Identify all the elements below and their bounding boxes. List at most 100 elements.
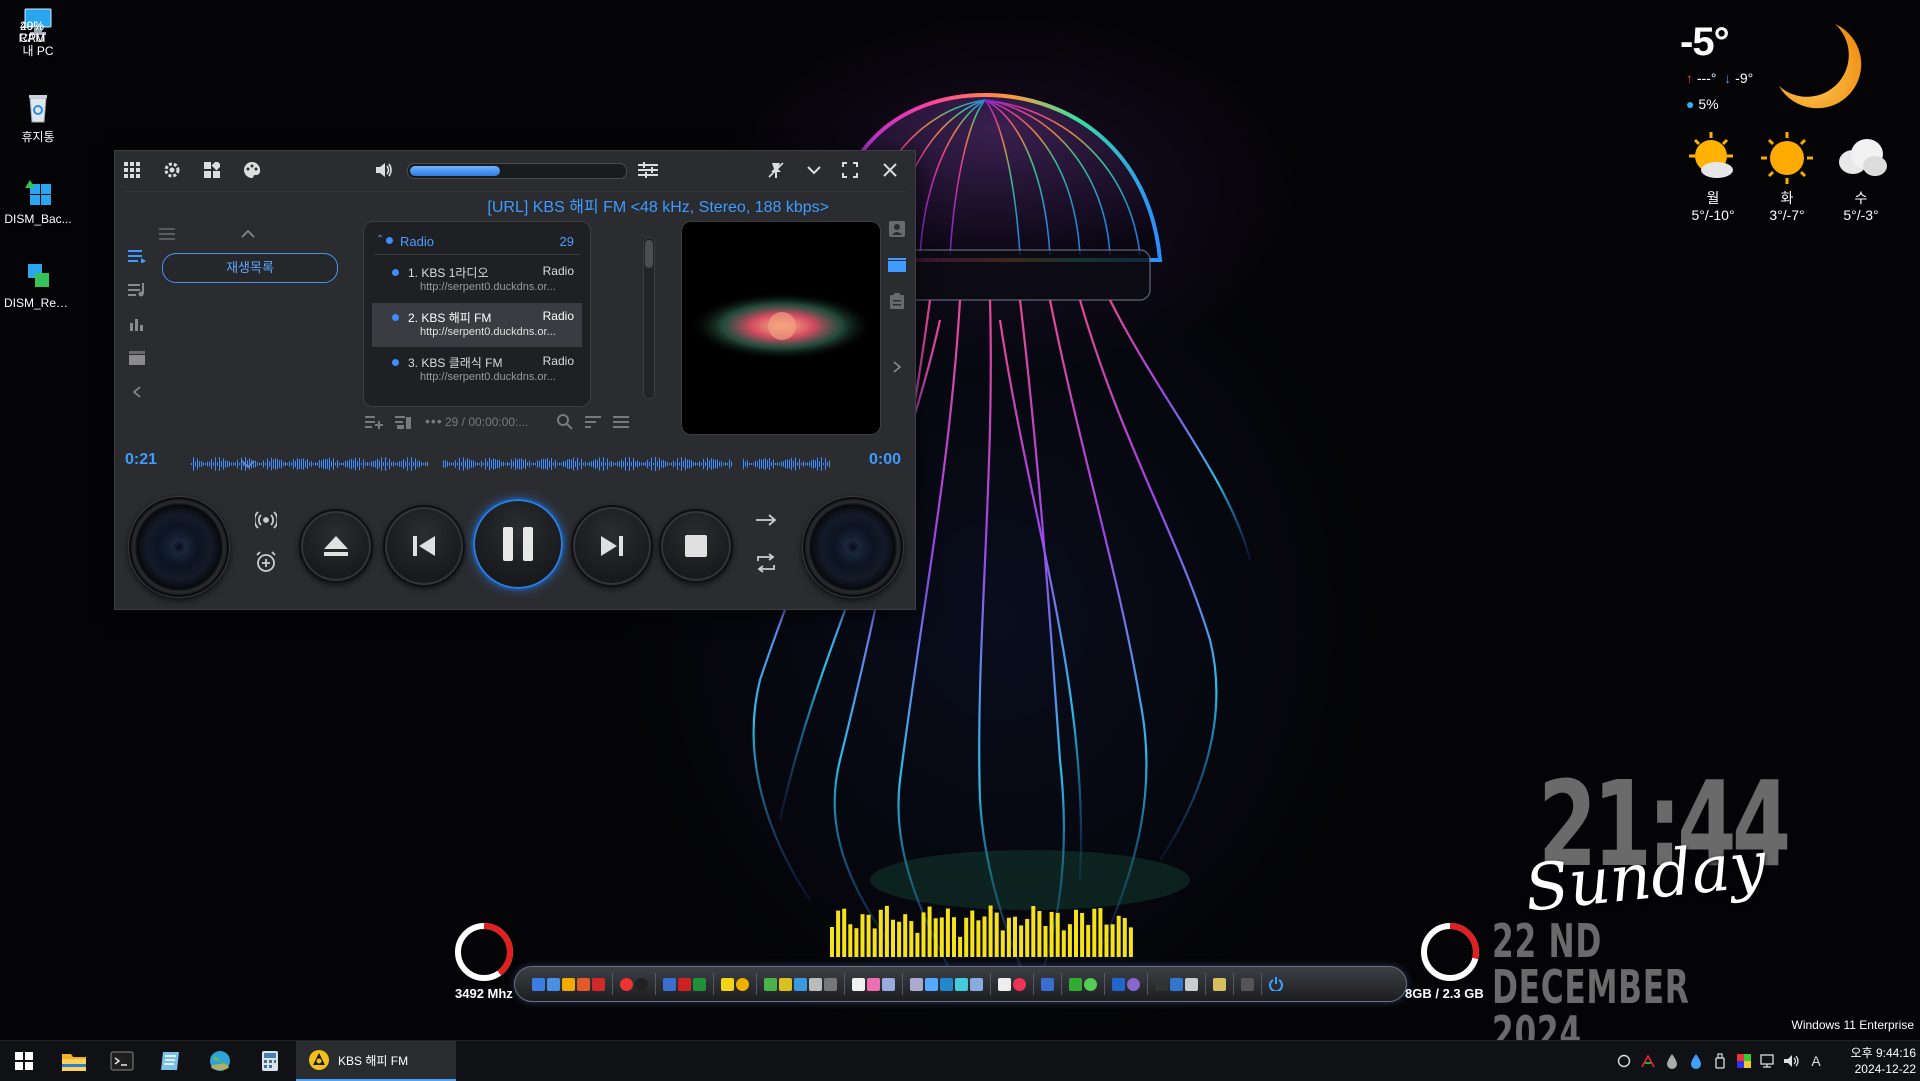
bar-chart-icon[interactable] [125,307,149,341]
hamburger-menu-icon[interactable] [613,415,629,432]
dock-app-icon[interactable] [1084,977,1097,991]
search-icon[interactable] [557,414,573,433]
dock-app-icon[interactable] [736,977,749,991]
playlist-item[interactable]: 3. KBS 클래식 FM Radio http://serpent0.duck… [372,348,582,392]
dock-app-icon[interactable] [562,977,575,991]
palette-icon[interactable] [239,157,265,183]
desktop-icon-recycle-bin[interactable]: 휴지통 [4,92,72,145]
browser-button[interactable] [200,1045,240,1077]
dock-app-icon[interactable] [693,977,706,991]
arrow-right-icon[interactable] [755,513,777,532]
waveform-seekbar[interactable] [191,449,831,479]
close-icon[interactable] [877,157,903,183]
water-drop-blue-icon[interactable] [1687,1052,1705,1070]
color-palette-icon[interactable] [1735,1052,1753,1070]
terminal-button[interactable] [102,1045,142,1077]
playlist-item-selected[interactable]: 2. KBS 해피 FM Radio http://serpent0.duckd… [372,303,582,347]
dock-app-icon[interactable] [532,977,545,991]
dock-app-icon[interactable] [547,977,560,991]
dock-app-icon[interactable] [577,977,590,991]
stop-button[interactable] [659,509,733,583]
water-drop-icon[interactable] [1663,1052,1681,1070]
layout-icon[interactable] [199,157,225,183]
playlist-scrollbar-thumb[interactable] [645,240,653,268]
video-icon[interactable] [885,247,909,283]
calculator-button[interactable] [250,1045,290,1077]
chevron-up-icon[interactable] [241,229,255,239]
video-clapper-icon[interactable] [125,341,149,375]
volume-icon[interactable] [371,157,397,183]
player-title-bar[interactable] [115,151,915,189]
next-track-button[interactable] [571,505,653,587]
playlist-button[interactable]: 재생목록 [162,253,338,283]
dock-app-icon[interactable] [852,977,865,991]
dock-app-icon[interactable] [1041,977,1054,991]
chevron-down-icon[interactable] [801,157,827,183]
dock-app-icon[interactable] [721,977,734,991]
queue-music-icon[interactable] [125,273,149,307]
gamepad-icon[interactable] [1241,977,1254,991]
delete-item-icon[interactable] [395,415,411,432]
tools-icon[interactable] [1185,977,1198,991]
pin-icon[interactable] [763,157,789,183]
dock-app-icon[interactable] [1069,977,1082,991]
playlist-group-header[interactable]: ⌃ Radio 29 [374,232,580,255]
dock-app-icon[interactable] [970,977,983,991]
network-monitor-icon[interactable] [1759,1052,1777,1070]
dock-app-icon[interactable] [635,977,648,991]
dock-app-icon[interactable] [592,977,605,991]
dock-app-icon[interactable] [1213,977,1226,991]
gear-icon[interactable] [159,157,185,183]
chrome-icon[interactable] [620,977,633,991]
dock-app-icon[interactable] [867,977,880,991]
dock-app-icon[interactable] [1155,977,1168,991]
app-menu-grid-icon[interactable] [119,157,145,183]
sort-icon[interactable] [585,415,601,432]
repeat-icon[interactable] [755,553,777,578]
broadcast-icon[interactable] [253,509,279,536]
desktop-icon-dism-restore[interactable]: DISM_Rest... [4,260,72,310]
playlist-item[interactable]: 1. KBS 1라디오 Radio http://serpent0.duckdn… [372,258,582,302]
dock-app-icon[interactable] [882,977,895,991]
notepad-button[interactable] [150,1045,190,1077]
usb-drive-icon[interactable] [1711,1052,1729,1070]
add-to-playlist-icon[interactable] [365,415,383,432]
more-dots-icon[interactable]: ••• [425,413,443,429]
speaker-volume-icon[interactable] [1783,1052,1801,1070]
playlist-scrollbar[interactable] [643,237,655,399]
equalizer-settings-icon[interactable] [635,157,661,183]
fullscreen-icon[interactable] [837,157,863,183]
start-button[interactable] [4,1045,44,1077]
input-language-indicator[interactable]: A [1807,1052,1825,1070]
dock-app-icon[interactable] [678,977,691,991]
dock-app-icon[interactable] [998,977,1011,991]
clipboard-icon[interactable] [885,283,909,319]
dock-app-icon[interactable] [809,977,822,991]
chevron-right-icon[interactable] [885,349,909,385]
previous-track-button[interactable] [383,505,465,587]
dock-app-icon[interactable] [1170,977,1183,991]
power-icon[interactable] [1269,977,1283,991]
network-tool-icon[interactable] [1639,1052,1657,1070]
taskbar-task-media-player[interactable]: KBS 해피 FM [296,1041,456,1081]
dock-app-icon[interactable] [824,977,837,991]
dock-app-icon[interactable] [910,977,923,991]
refresh-circle-icon[interactable] [1615,1052,1633,1070]
dock-app-icon[interactable] [925,977,938,991]
dock-app-icon[interactable] [955,977,968,991]
dock-app-icon[interactable] [1013,977,1026,991]
dock-app-icon[interactable] [663,977,676,991]
taskbar-clock[interactable]: 오후 9:44:16 2024-12-22 [1828,1045,1916,1077]
volume-slider[interactable] [407,163,627,179]
desktop-icon-dism-backup[interactable]: DISM_Bac... [4,176,72,226]
dock-app-icon[interactable] [1127,977,1140,991]
chevron-left-icon[interactable] [125,375,149,409]
dock-app-icon[interactable] [779,977,792,991]
alarm-add-icon[interactable] [255,551,277,578]
dock-app-icon[interactable] [1112,977,1125,991]
eject-button[interactable] [299,509,373,583]
playlist-icon[interactable] [125,239,149,273]
dock-app-icon[interactable] [794,977,807,991]
contact-card-icon[interactable] [885,211,909,247]
dock-app-icon[interactable] [764,977,777,991]
